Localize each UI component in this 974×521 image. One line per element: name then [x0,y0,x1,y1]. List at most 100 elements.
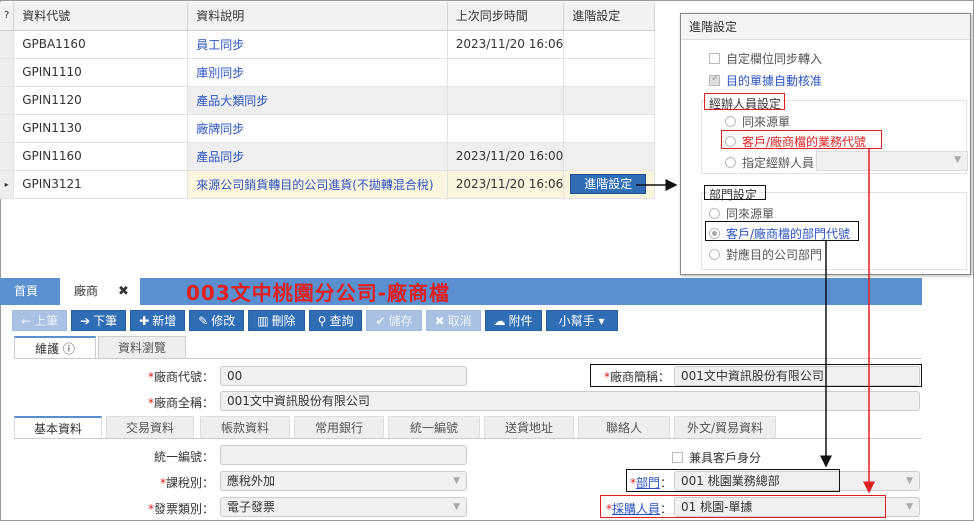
query-button[interactable]: ⚲ 查詢 [308,310,363,331]
vendor-code-field[interactable]: 00 [220,366,467,386]
checkbox[interactable] [672,452,683,463]
cell-adv: 進階設定 [563,170,655,199]
tab-vendor[interactable]: 廠商 [60,278,113,305]
table-header-row: ? 資料代號 資料說明 上次同步時間 進階設定 [0,2,655,31]
tab-accounts[interactable]: 帳款資料 [200,416,290,438]
radio[interactable] [709,208,720,219]
sync-table: ? 資料代號 資料說明 上次同步時間 進階設定 GPBA1160 員工同步 20… [0,2,655,199]
caret-down-icon: ▾ [598,314,605,328]
option-custom-field-sync[interactable]: 自定欄位同步轉入 [709,50,822,67]
invoice-type-label: *發票類別： [147,502,214,516]
row-marker [0,30,15,59]
cell-code: GPIN3121 [13,170,189,199]
popup-title: 進階設定 [681,14,970,40]
table-row[interactable]: GPIN1130 廠牌同步 [0,114,655,143]
helper-dropdown-button[interactable]: 小幫手 ▾ [545,310,618,331]
cell-time: 2023/11/20 16:00 [447,142,565,171]
highlight-box [600,495,886,518]
close-icon[interactable]: ✖ [118,278,129,305]
cell-desc[interactable]: 庫別同步 [187,58,448,87]
tax-id-label: 統一編號： [153,450,214,464]
handler-select[interactable]: ▼ [816,151,968,171]
chevron-down-icon: ▼ [453,502,460,512]
cell-desc[interactable]: 廠牌同步 [187,114,448,143]
highlight-box [705,221,859,241]
pencil-icon: ✎ [198,314,209,328]
radio[interactable] [709,249,720,260]
option-label: 同來源單 [726,207,775,221]
col-header-adv[interactable]: 進階設定 [563,2,655,31]
col-header-code[interactable]: 資料代號 [13,2,189,31]
tab-trade[interactable]: 交易資料 [106,416,194,438]
cell-adv [563,142,655,171]
cell-time: 2023/11/20 16:06 [447,30,565,59]
cell-desc[interactable]: 員工同步 [187,30,448,59]
advanced-settings-button[interactable]: 進階設定 [570,174,647,194]
search-icon: ⚲ [317,314,327,328]
full-name-label: *廠商全稱： [147,396,214,410]
col-header-time[interactable]: 上次同步時間 [447,2,565,31]
prev-button[interactable]: ← 上筆 [12,310,68,331]
invoice-type-select[interactable]: 電子發票 ▼ [220,497,467,517]
cancel-button[interactable]: ✖ 取消 [425,310,481,331]
close-icon: ✖ [434,314,445,328]
table-row-selected[interactable]: ▸ GPIN3121 來源公司銷貨轉目的公司進貨(不拋轉混合稅) 2023/11… [0,170,655,199]
radio-same-source[interactable]: 同來源單 [725,113,790,130]
table-row[interactable]: GPIN1120 產品大類同步 [0,86,655,115]
save-button[interactable]: ✔ 儲存 [366,310,422,331]
also-customer-checkbox[interactable]: 兼具客戶身分 [672,449,761,466]
radio[interactable] [725,157,736,168]
highlight-box [721,130,882,149]
chevron-down-icon: ▼ [906,502,913,512]
cell-desc[interactable]: 來源公司銷貨轉目的公司進貨(不拋轉混合稅) [187,170,448,199]
tab-foreign-trade[interactable]: 外文/貿易資料 [674,416,776,438]
cell-desc[interactable]: 產品大類同步 [187,86,448,115]
tab-basic[interactable]: 基本資料 [14,416,102,438]
chevron-down-icon: ▼ [906,476,913,486]
highlight-box [626,469,840,492]
table-row[interactable]: GPIN1110 庫別同步 [0,58,655,87]
trash-icon: ▥ [257,314,269,328]
checkbox-checked[interactable] [709,73,720,86]
table-row[interactable]: GPIN1160 產品同步 2023/11/20 16:00 [0,142,655,171]
table-row[interactable]: GPBA1160 員工同步 2023/11/20 16:06 [0,30,655,59]
next-button[interactable]: ➔ 下筆 [71,310,127,331]
tab-banks[interactable]: 常用銀行 [294,416,384,438]
tab-contacts[interactable]: 聯絡人 [578,416,670,438]
tab-browse[interactable]: 資料瀏覽 [98,336,186,358]
radio-target-company-dept[interactable]: 對應目的公司部門 [709,246,822,263]
radio[interactable] [725,116,736,127]
delete-button[interactable]: ▥ 刪除 [248,310,305,331]
tab-home[interactable]: 首頁 [0,278,52,305]
add-button[interactable]: ✚ 新增 [130,310,186,331]
cell-desc[interactable]: 產品同步 [187,142,448,171]
tax-type-label: *課稅別： [159,476,214,490]
cell-code: GPIN1160 [13,142,189,171]
cell-adv [563,30,655,59]
cell-code: GPIN1120 [13,86,189,115]
radio-dept-same-source[interactable]: 同來源單 [709,205,774,222]
option-label: 指定經辦人員 [742,156,815,170]
row-marker [0,86,15,115]
tab-maintain[interactable]: 維護 ⓘ [14,336,96,358]
tab-tax-id[interactable]: 統一編號 [388,416,480,438]
edit-button[interactable]: ✎ 修改 [189,310,245,331]
cell-time: 2023/11/20 16:06 [447,170,565,199]
cell-code: GPIN1130 [13,114,189,143]
check-icon: ✔ [375,314,386,328]
attach-button[interactable]: ☁ 附件 [484,310,542,331]
radio-specify-handler[interactable]: 指定經辦人員 [725,154,814,171]
option-auto-approve[interactable]: 目的單據自動核准 [709,72,822,89]
cloud-upload-icon: ☁ [493,314,506,328]
full-name-field[interactable]: 001文中資訊股份有限公司 [220,391,920,411]
tax-type-select[interactable]: 應稅外加 ▼ [220,471,467,491]
selected-row-marker-icon: ▸ [0,170,15,199]
help-icon[interactable]: ? [0,2,15,31]
col-header-desc[interactable]: 資料說明 [187,2,448,31]
checkbox[interactable] [709,53,720,64]
tab-delivery[interactable]: 送貨地址 [484,416,574,438]
option-label: 對應目的公司部門 [726,248,823,262]
cell-adv [563,114,655,143]
tax-id-field[interactable] [220,445,467,465]
company-title: 003文中桃園分公司-廠商檔 [186,281,451,305]
